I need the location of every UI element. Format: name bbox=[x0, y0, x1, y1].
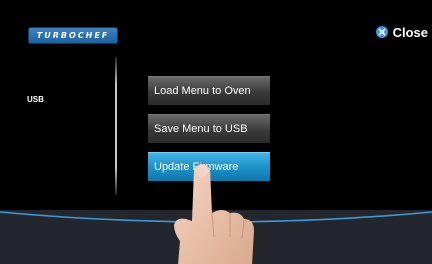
save-menu-to-usb-button[interactable]: Save Menu to USB bbox=[148, 114, 270, 143]
settings-screen: TURBOCHEF Close USB Load Menu to Oven Sa… bbox=[0, 0, 432, 264]
logo-text: TURBOCHEF bbox=[36, 31, 110, 40]
pointing-hand-image bbox=[174, 164, 254, 264]
close-button[interactable]: Close bbox=[375, 22, 428, 42]
turbochef-logo: TURBOCHEF bbox=[28, 27, 118, 44]
close-label: Close bbox=[392, 24, 428, 40]
close-icon bbox=[375, 26, 388, 38]
load-menu-to-oven-button[interactable]: Load Menu to Oven bbox=[148, 76, 270, 105]
sidebar-item-usb[interactable]: USB bbox=[27, 95, 44, 104]
vertical-divider bbox=[115, 57, 117, 195]
